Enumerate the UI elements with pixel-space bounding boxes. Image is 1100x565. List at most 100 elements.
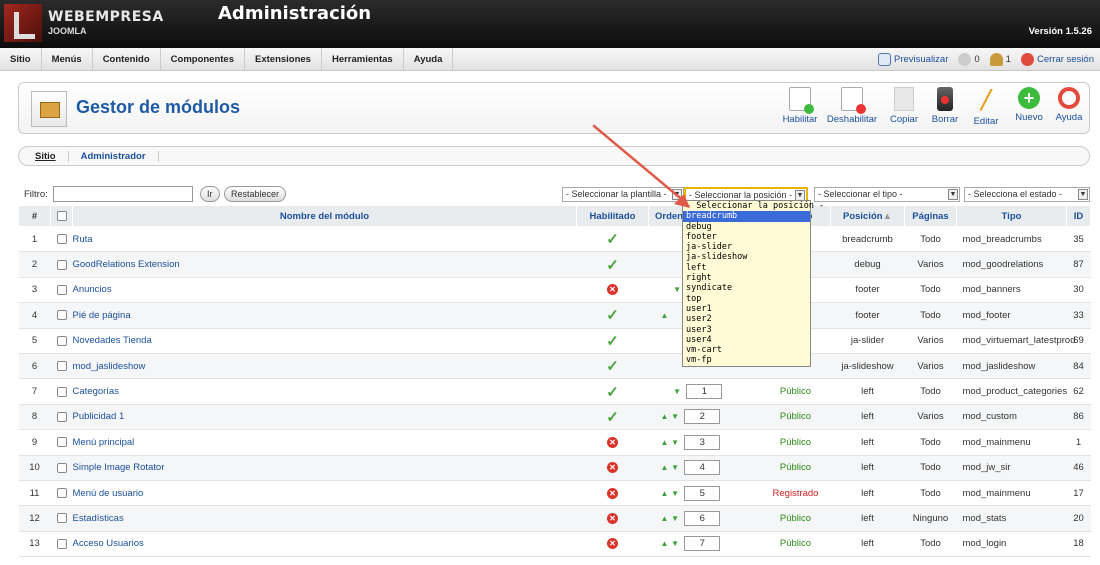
disabled-x-icon[interactable]: ✕ — [607, 487, 618, 499]
delete-button[interactable]: Borrar — [927, 87, 963, 127]
module-name-link[interactable]: Simple Image Rotator — [72, 455, 577, 481]
row-select[interactable] — [50, 378, 73, 405]
enabled-check-icon[interactable]: ✓ — [606, 409, 619, 426]
move-up-icon[interactable]: ▲ — [661, 412, 669, 421]
col-name[interactable]: Nombre del módulo — [72, 205, 577, 227]
move-up-icon[interactable]: ▲ — [661, 311, 669, 320]
module-name-link[interactable]: mod_jaslideshow — [72, 353, 577, 380]
dropdown-option[interactable]: breadcrumb — [683, 211, 810, 222]
dropdown-option[interactable]: user2 — [683, 314, 810, 324]
module-name-link[interactable]: Publicidad 1 — [72, 404, 577, 431]
dropdown-option[interactable]: left — [683, 263, 810, 273]
module-name-link[interactable]: Menú principal — [72, 429, 577, 456]
row-select[interactable] — [50, 531, 73, 558]
table-row[interactable]: 11 Menú de usuario ✕ ▲ ▼ 5 Registrado left Tod… — [18, 480, 1091, 507]
dropdown-option[interactable]: right — [683, 273, 810, 283]
edit-button[interactable]: ╱ Editar — [963, 87, 1009, 128]
menu-item-contenido[interactable]: Contenido — [93, 47, 161, 71]
dropdown-option[interactable]: top — [683, 294, 810, 304]
tab-site[interactable]: Sitio — [35, 150, 69, 162]
table-row[interactable]: 7 Categorías ✓ ▼ 1 Público left Todo mod_produ… — [18, 378, 1091, 405]
dropdown-option[interactable]: vm-cart — [683, 345, 810, 355]
menu-item-sitio[interactable]: Sitio — [0, 47, 42, 71]
table-row[interactable]: 12 Estadísticas ✕ ▲ ▼ 6 Público left Ninguno mo… — [18, 505, 1091, 532]
dropdown-option[interactable]: vm-fp — [683, 355, 810, 365]
order-input[interactable]: 5 — [684, 485, 721, 501]
access-cell[interactable]: Público — [760, 378, 831, 405]
dropdown-option[interactable]: footer — [683, 232, 810, 242]
disabled-x-icon[interactable]: ✕ — [607, 462, 618, 474]
enabled-check-icon[interactable]: ✓ — [606, 358, 619, 375]
module-name-link[interactable]: Menú de usuario — [72, 480, 577, 507]
move-up-icon[interactable]: ▲ — [661, 539, 669, 548]
module-name-link[interactable]: Ruta — [72, 226, 577, 253]
table-row[interactable]: 9 Menú principal ✕ ▲ ▼ 3 Público left Todo mod_… — [18, 429, 1091, 456]
menu-item-extensiones[interactable]: Extensiones — [245, 47, 322, 71]
module-name-link[interactable]: Acceso Usuarios — [72, 531, 577, 558]
enabled-check-icon[interactable]: ✓ — [606, 257, 619, 274]
row-select[interactable] — [50, 429, 73, 456]
access-cell[interactable]: Público — [760, 455, 831, 481]
move-down-icon[interactable]: ▼ — [673, 387, 681, 396]
col-pages[interactable]: Páginas — [904, 205, 957, 227]
select-all-checkbox[interactable] — [56, 210, 67, 221]
enabled-check-icon[interactable]: ✓ — [606, 384, 619, 401]
menu-item-ayuda[interactable]: Ayuda — [404, 47, 454, 71]
order-input[interactable]: 3 — [684, 434, 721, 450]
order-input[interactable]: 4 — [684, 460, 721, 476]
col-id[interactable]: ID — [1066, 205, 1091, 227]
move-down-icon[interactable]: ▼ — [671, 539, 679, 548]
row-checkbox[interactable] — [56, 259, 67, 270]
dropdown-option[interactable]: ja-slideshow — [683, 252, 810, 262]
table-row[interactable]: 13 Acceso Usuarios ✕ ▲ ▼ 7 Público left Todo mo… — [18, 531, 1091, 558]
access-cell[interactable]: Público — [760, 531, 831, 558]
move-down-icon[interactable]: ▼ — [671, 438, 679, 447]
row-checkbox[interactable] — [56, 513, 67, 524]
menu-item-menus[interactable]: Menús — [42, 47, 93, 71]
copy-button[interactable]: Copiar — [881, 87, 927, 127]
disabled-x-icon[interactable]: ✕ — [607, 284, 618, 296]
row-select[interactable] — [50, 277, 73, 304]
dropdown-option[interactable]: user1 — [683, 304, 810, 314]
order-input[interactable]: 2 — [684, 409, 721, 425]
col-position[interactable]: Posición▲ — [830, 205, 905, 227]
move-up-icon[interactable]: ▲ — [661, 438, 669, 447]
table-row[interactable]: 6 mod_jaslideshow ✓ ja-slideshow Varios mod_… — [18, 353, 1091, 380]
move-down-icon[interactable]: ▼ — [671, 463, 679, 472]
row-select[interactable] — [50, 455, 73, 481]
enabled-check-icon[interactable]: ✓ — [606, 231, 619, 248]
type-select[interactable]: - Seleccionar el tipo - ▼ — [814, 187, 960, 202]
dropdown-option[interactable]: syndicate — [683, 283, 810, 293]
order-input[interactable]: 1 — [686, 384, 723, 400]
enabled-check-icon[interactable]: ✓ — [606, 333, 619, 350]
table-row[interactable]: 3 Anuncios ✕ ▼ footer Todo mod_banners 30 — [18, 277, 1091, 304]
disabled-x-icon[interactable]: ✕ — [607, 512, 618, 524]
row-select[interactable] — [50, 251, 73, 278]
row-checkbox[interactable] — [56, 310, 67, 321]
disabled-x-icon[interactable]: ✕ — [607, 436, 618, 448]
table-row[interactable]: 1 Ruta ✓ breadcrumb Todo mod_breadcrumbs 35 — [18, 226, 1091, 253]
row-checkbox[interactable] — [56, 437, 67, 448]
access-cell[interactable]: Público — [760, 404, 831, 431]
table-row[interactable]: 8 Publicidad 1 ✓ ▲ ▼ 2 Público left Varios mod_… — [18, 404, 1091, 431]
tab-admin[interactable]: Administrador — [69, 150, 159, 162]
module-name-link[interactable]: Pié de página — [72, 302, 577, 329]
go-button[interactable]: Ir — [200, 186, 220, 202]
filter-input[interactable] — [53, 186, 193, 202]
module-name-link[interactable]: Estadísticas — [72, 505, 577, 532]
dropdown-option[interactable]: user4 — [683, 335, 810, 345]
row-checkbox[interactable] — [56, 361, 67, 372]
row-select[interactable] — [50, 404, 73, 431]
access-cell[interactable]: Público — [760, 429, 831, 456]
row-checkbox[interactable] — [56, 335, 67, 346]
order-input[interactable]: 6 — [684, 510, 721, 526]
table-row[interactable]: 2 GoodRelations Extension ✓ debug Varios mod… — [18, 251, 1091, 278]
row-select[interactable] — [50, 353, 73, 380]
row-checkbox[interactable] — [56, 411, 67, 422]
messages-count[interactable]: 0 — [958, 53, 980, 66]
help-button[interactable]: Ayuda — [1049, 87, 1089, 127]
reset-button[interactable]: Restablecer — [224, 186, 287, 202]
row-select[interactable] — [50, 302, 73, 329]
state-select[interactable]: - Selecciona el estado - ▼ — [964, 187, 1090, 202]
new-button[interactable]: + Nuevo — [1009, 87, 1049, 127]
